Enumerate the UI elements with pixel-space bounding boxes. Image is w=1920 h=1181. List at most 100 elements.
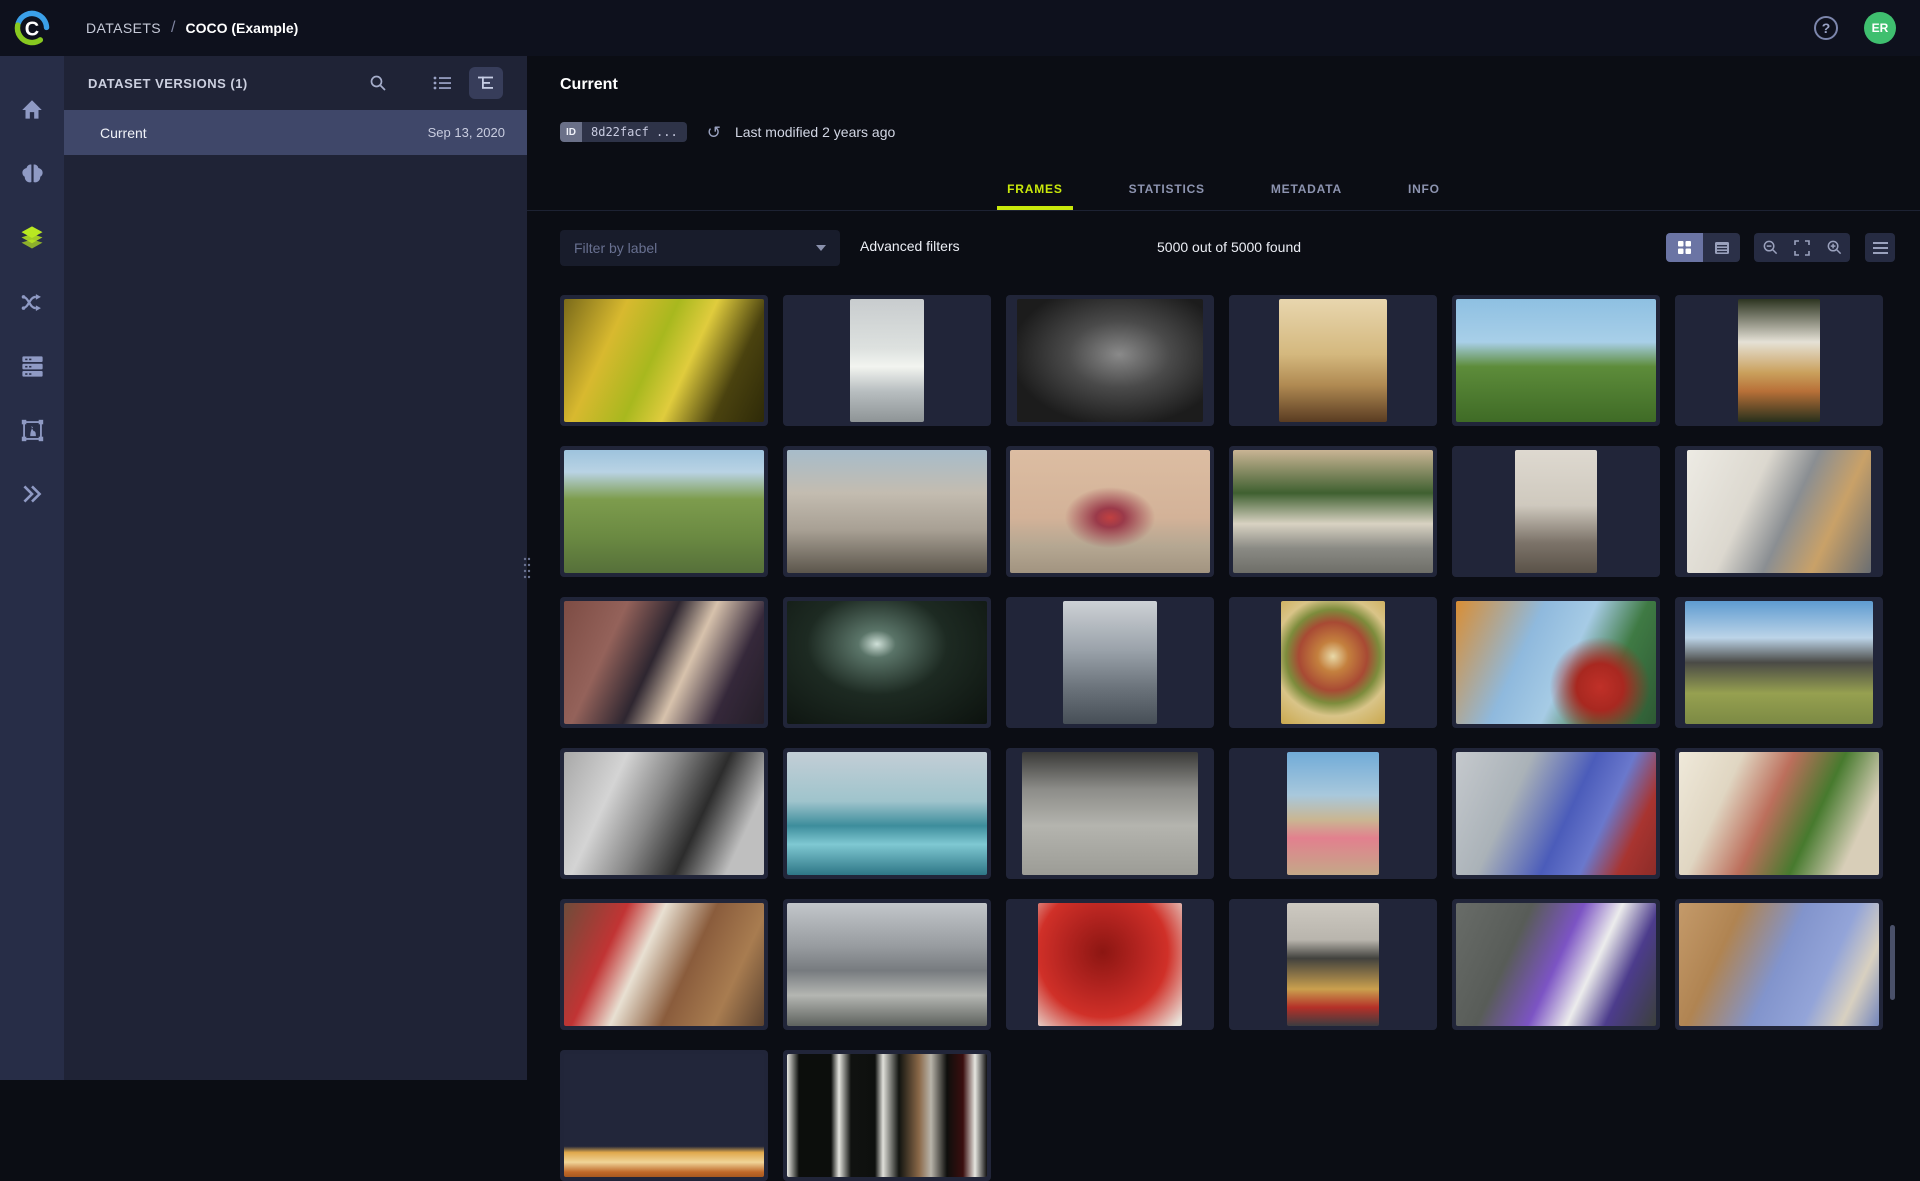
frame-thumbnail[interactable] xyxy=(783,295,991,426)
pipelines-icon xyxy=(19,289,46,316)
frame-thumbnail[interactable] xyxy=(783,597,991,728)
panel-resize-handle[interactable] xyxy=(521,552,533,586)
frame-photo xyxy=(564,903,764,1026)
search-icon xyxy=(369,74,387,92)
breadcrumb: DATASETS / COCO (Example) xyxy=(86,19,298,37)
frame-photo xyxy=(1687,450,1871,573)
filter-placeholder: Filter by label xyxy=(574,240,657,256)
app-logo[interactable]: C xyxy=(0,0,64,56)
frame-photo xyxy=(564,450,764,573)
frame-thumbnail[interactable] xyxy=(1229,295,1437,426)
double-chevron-icon xyxy=(19,481,45,507)
zoom-in-button[interactable] xyxy=(1821,235,1847,261)
top-bar: C DATASETS / COCO (Example) ? ER xyxy=(0,0,1920,56)
frames-grid xyxy=(560,295,1900,1181)
frame-thumbnail[interactable] xyxy=(783,748,991,879)
scrollbar-thumb[interactable] xyxy=(1890,925,1895,1000)
frame-thumbnail[interactable] xyxy=(1675,446,1883,577)
frame-thumbnail[interactable] xyxy=(560,748,768,879)
frame-photo xyxy=(564,601,764,724)
sidebar-item-pipelines[interactable] xyxy=(0,270,64,334)
frame-thumbnail[interactable] xyxy=(1006,597,1214,728)
tab-statistics[interactable]: STATISTICS xyxy=(1119,182,1215,210)
frame-photo xyxy=(850,299,924,422)
table-view-icon xyxy=(1714,241,1730,255)
frame-photo xyxy=(1287,752,1379,875)
frame-photo xyxy=(1233,450,1433,573)
sidebar-item-projects[interactable] xyxy=(0,142,64,206)
frame-photo xyxy=(564,1054,764,1177)
grid-options-menu-button[interactable] xyxy=(1865,233,1895,262)
version-id-chip[interactable]: ID 8d22facf ... xyxy=(560,122,687,142)
frame-thumbnail[interactable] xyxy=(1675,748,1883,879)
frame-thumbnail[interactable] xyxy=(1675,899,1883,1030)
frame-thumbnail[interactable] xyxy=(560,899,768,1030)
frame-thumbnail[interactable] xyxy=(1675,597,1883,728)
versions-panel-header: DATASET VERSIONS (1) xyxy=(64,56,527,110)
frame-thumbnail[interactable] xyxy=(783,446,991,577)
clearml-logo-icon: C xyxy=(12,8,52,48)
frame-thumbnail[interactable] xyxy=(1006,748,1214,879)
version-search-button[interactable] xyxy=(361,67,395,99)
tab-info[interactable]: INFO xyxy=(1398,182,1450,210)
frame-thumbnail[interactable] xyxy=(560,446,768,577)
version-detail-pane: Current ID 8d22facf ... ↺ Last modified … xyxy=(527,56,1920,1080)
frame-photo xyxy=(1456,752,1656,875)
frame-thumbnail[interactable] xyxy=(1452,899,1660,1030)
frame-photo xyxy=(1017,299,1203,422)
frame-thumbnail[interactable] xyxy=(560,1050,768,1181)
frame-photo xyxy=(1685,601,1873,724)
sidebar-item-annotator[interactable] xyxy=(0,398,64,462)
frame-thumbnail[interactable] xyxy=(560,597,768,728)
tab-frames[interactable]: FRAMES xyxy=(997,182,1072,210)
frame-photo xyxy=(1456,601,1656,724)
frame-thumbnail[interactable] xyxy=(1006,899,1214,1030)
frame-thumbnail[interactable] xyxy=(1229,597,1437,728)
frame-thumbnail[interactable] xyxy=(1229,748,1437,879)
filter-by-label-select[interactable]: Filter by label xyxy=(560,230,840,266)
frame-thumbnail[interactable] xyxy=(1452,597,1660,728)
frame-thumbnail[interactable] xyxy=(1452,295,1660,426)
grid-view-button[interactable] xyxy=(1666,233,1703,262)
zoom-in-icon xyxy=(1826,239,1843,256)
frame-photo xyxy=(1515,450,1597,573)
frame-photo xyxy=(1679,752,1879,875)
frame-thumbnail[interactable] xyxy=(1006,446,1214,577)
frame-thumbnail[interactable] xyxy=(560,295,768,426)
detail-tabs: FRAMES STATISTICS METADATA INFO xyxy=(527,168,1920,211)
help-icon[interactable]: ? xyxy=(1814,16,1838,40)
sidebar-item-applications[interactable] xyxy=(0,462,64,526)
frame-photo xyxy=(1279,299,1387,422)
frame-thumbnail[interactable] xyxy=(1229,446,1437,577)
sidebar-item-home[interactable] xyxy=(0,78,64,142)
servers-icon xyxy=(19,353,46,380)
breadcrumb-separator: / xyxy=(171,19,175,37)
fit-to-screen-button[interactable] xyxy=(1789,235,1815,261)
sidebar-item-datasets[interactable] xyxy=(0,206,64,270)
frame-thumbnail[interactable] xyxy=(783,899,991,1030)
sidebar-item-workers-queues[interactable] xyxy=(0,334,64,398)
menu-icon xyxy=(1873,242,1888,254)
zoom-out-button[interactable] xyxy=(1757,235,1783,261)
advanced-filters-link[interactable]: Advanced filters xyxy=(860,238,960,254)
frame-thumbnail[interactable] xyxy=(783,1050,991,1181)
frame-thumbnail[interactable] xyxy=(1006,295,1214,426)
frame-thumbnail[interactable] xyxy=(1229,899,1437,1030)
tab-metadata[interactable]: METADATA xyxy=(1261,182,1352,210)
version-name: Current xyxy=(100,125,147,141)
flat-list-view-button[interactable] xyxy=(425,67,459,99)
version-row-current[interactable]: Current Sep 13, 2020 xyxy=(64,110,527,155)
frame-thumbnail[interactable] xyxy=(1452,748,1660,879)
table-view-button[interactable] xyxy=(1703,233,1740,262)
version-date: Sep 13, 2020 xyxy=(428,125,505,140)
avatar[interactable]: ER xyxy=(1864,12,1896,44)
frame-thumbnail[interactable] xyxy=(1675,295,1883,426)
tree-view-button[interactable] xyxy=(469,67,503,99)
frame-thumbnail[interactable] xyxy=(1452,446,1660,577)
home-icon xyxy=(19,97,45,123)
fit-to-screen-icon xyxy=(1794,240,1810,256)
history-icon: ↺ xyxy=(707,124,721,141)
id-chip-value: 8d22facf ... xyxy=(582,122,687,142)
breadcrumb-datasets[interactable]: DATASETS xyxy=(86,20,161,36)
frame-photo xyxy=(1281,601,1385,724)
